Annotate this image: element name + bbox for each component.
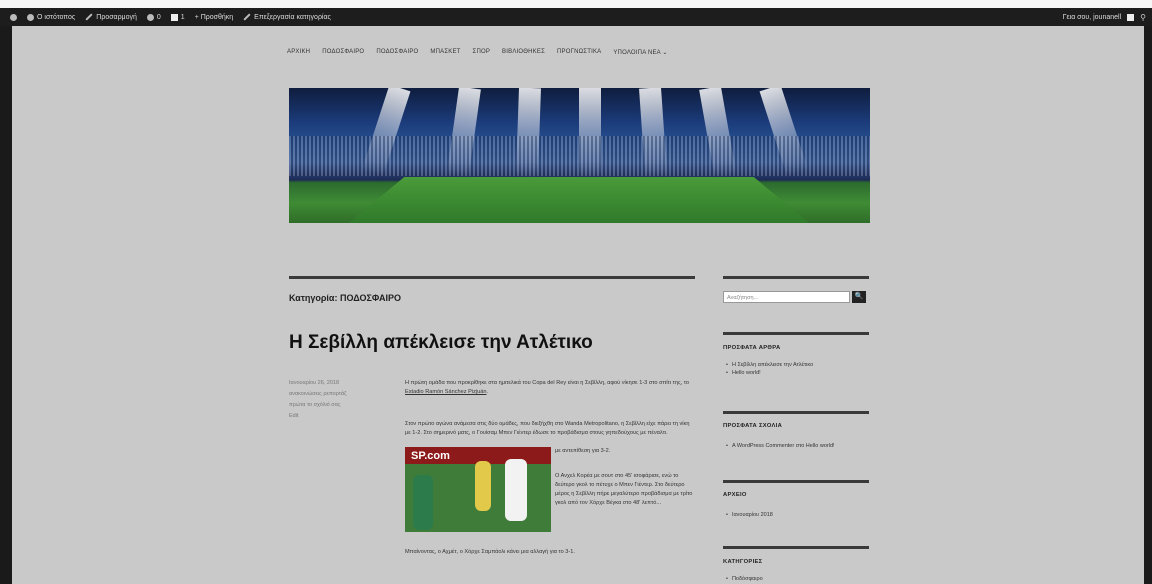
post-paragraph-4: Μπαίνοντας, ο Αχμέτ, ο Χόρχε Σαμπάολι κά…	[405, 549, 575, 555]
pencil-icon	[85, 13, 93, 21]
widget-title-categories: ΚΑΤΗΓΟΡΙΕΣ	[723, 559, 763, 565]
search-input[interactable]: Αναζήτηση...	[723, 291, 850, 303]
page-body: ΑΡΧΙΚΗ ΠΟΔΟΣΦΑΙΡΟ ΠΟΔΟΣΦΑΙΡΟ ΜΠΑΣΚΕΤ ΣΠΟ…	[12, 26, 1144, 584]
widget-title-archives: ΑΡΧΕΙΟ	[723, 492, 747, 498]
post-paragraph-1: Η πρώτη ομάδα που προκρίθηκε στα ημιτελι…	[405, 380, 690, 395]
nav-item-football[interactable]: ΠΟΔΟΣΦΑΙΡΟ	[322, 49, 364, 56]
nav-item-predictions[interactable]: ΠΡΟΓΝΩΣΤΙΚΑ	[557, 49, 601, 56]
home-icon	[27, 13, 34, 21]
chevron-down-icon: ⌄	[662, 50, 668, 56]
admin-comments-link[interactable]: 1	[170, 13, 185, 21]
nav-item-libraries[interactable]: ΒΙΒΛΙΟΘΗΚΕΣ	[502, 49, 545, 56]
admin-new-link[interactable]: + Προσθήκη	[195, 14, 233, 21]
admin-updates-link[interactable]: 0	[146, 13, 161, 21]
recent-post-link[interactable]: Η Σεβίλλη απέκλεισε την Ατλέτικο	[726, 362, 813, 368]
archive-title: Κατηγορία: ΠΟΔΟΣΦΑΙΡΟ	[289, 293, 402, 303]
category-link[interactable]: Ποδόσφαιρο	[726, 576, 763, 582]
post-paragraph-2-end: με αντεπίθεση για 3-2.	[555, 448, 611, 454]
recent-comment-link[interactable]: A WordPress Commenter στο Hello world!	[726, 443, 835, 449]
content-divider	[289, 276, 695, 279]
stadium-link[interactable]: Estadio Ramón Sánchez Pizjuán	[405, 389, 486, 395]
wordpress-logo-icon[interactable]	[10, 13, 17, 21]
nav-item-football-2[interactable]: ΠΟΔΟΣΦΑΙΡΟ	[376, 49, 418, 56]
widget-divider	[723, 411, 869, 414]
widget-divider	[723, 332, 869, 335]
post-paragraph-3: Ο Ανχελ Κορέα με σουτ στο 45' ισοφάρισε,…	[555, 473, 693, 506]
archive-link[interactable]: Ιανουαρίου 2018	[726, 512, 773, 518]
widget-title-recent-comments: ΠΡΟΣΦΑΤΑ ΣΧΟΛΙΑ	[723, 423, 783, 429]
nav-item-basketball[interactable]: ΜΠΑΣΚΕΤ	[430, 49, 460, 56]
post-date[interactable]: Ιανουαρίου 26, 2018	[289, 378, 359, 389]
nav-item-home[interactable]: ΑΡΧΙΚΗ	[287, 49, 310, 56]
admin-site-link[interactable]: Ο ιστότοπος	[27, 13, 75, 21]
image-logo-text: SP.com	[411, 450, 450, 462]
widget-divider	[723, 546, 869, 549]
search-button[interactable]: 🔍	[852, 291, 866, 303]
post-paragraph-2: Στον πρώτο αγώνα ανάμεσα στις δύο ομάδες…	[405, 421, 690, 436]
main-navigation: ΑΡΧΙΚΗ ΠΟΔΟΣΦΑΙΡΟ ΠΟΔΟΣΦΑΙΡΟ ΜΠΑΣΚΕΤ ΣΠΟ…	[287, 49, 668, 56]
post-image: SP.com	[405, 447, 551, 532]
recent-post-link[interactable]: Hello world!	[726, 370, 761, 376]
post-comments-link[interactable]: πρώτα το σχόλιό σας	[289, 400, 359, 411]
admin-bar: Ο ιστότοπος Προσαρμογή 0 1 + Προσθήκη Επ…	[0, 8, 1152, 26]
widget-divider	[723, 480, 869, 483]
refresh-icon	[146, 13, 154, 21]
admin-edit-category-link[interactable]: Επεξεργασία κατηγορίας	[243, 13, 331, 21]
nav-item-other-news[interactable]: ΥΠΟΛΟΙΠΑ ΝΕΑ ⌄	[613, 49, 667, 56]
nav-item-sport[interactable]: ΣΠΟΡ	[473, 49, 491, 56]
browser-top-strip	[0, 0, 1152, 8]
search-icon[interactable]: ⚲	[1140, 13, 1146, 22]
post-meta: Ιανουαρίου 26, 2018 ανακοινώσεις ρεπορτά…	[289, 378, 359, 422]
post-title[interactable]: Η Σεβίλλη απέκλεισε την Ατλέτικο	[289, 332, 593, 354]
pencil-icon	[243, 13, 251, 21]
sidebar-divider	[723, 276, 869, 279]
post-category-link[interactable]: ανακοινώσεις ρεπορτάζ	[289, 389, 359, 400]
admin-user-greeting[interactable]: Γεια σου, jounanell	[1063, 14, 1121, 21]
avatar[interactable]	[1127, 13, 1135, 21]
post-edit-link[interactable]: Edit	[289, 411, 359, 422]
header-banner-image	[289, 88, 870, 223]
widget-title-recent-posts: ΠΡΟΣΦΑΤΑ ΑΡΘΡΑ	[723, 345, 781, 351]
admin-customize-link[interactable]: Προσαρμογή	[85, 13, 137, 21]
comment-icon	[170, 13, 178, 21]
